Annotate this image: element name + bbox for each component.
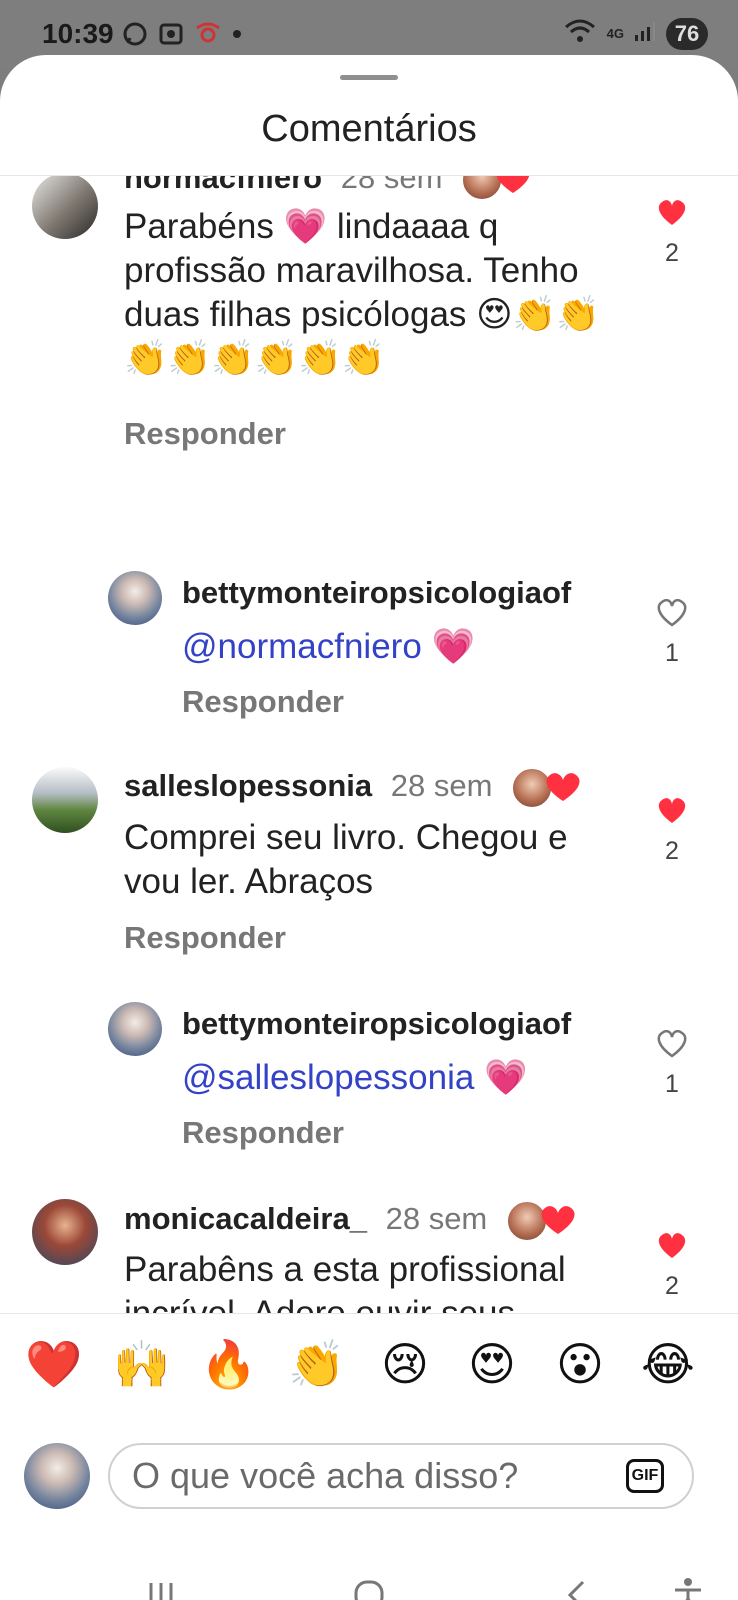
network-type: 4G xyxy=(606,26,624,41)
comment-text: @salleslopessonia 💗 xyxy=(182,1056,642,1100)
comment-text-tail: 💗 xyxy=(474,1058,528,1097)
screenshot-icon xyxy=(157,20,185,53)
heart-filled-icon[interactable] xyxy=(656,797,688,830)
mention-link[interactable]: @salleslopessonia xyxy=(182,1058,474,1097)
status-time: 10:39 xyxy=(42,18,114,49)
creator-like-badge xyxy=(511,767,591,809)
creator-heart-icon xyxy=(538,1205,578,1245)
reaction-heart[interactable]: ❤️ xyxy=(22,1332,86,1396)
accessibility-button[interactable] xyxy=(668,1575,708,1600)
status-dot-icon xyxy=(231,20,243,53)
sheet-title: Comentários xyxy=(261,108,477,150)
reply-item: bettymonteiropsicologiaof @normacfniero … xyxy=(0,553,738,719)
heart-outline-icon[interactable] xyxy=(656,1029,688,1063)
comment-text: Parabéns 💗 lindaaaa q profissão maravilh… xyxy=(124,207,600,378)
home-button[interactable] xyxy=(349,1575,389,1600)
reply-button[interactable]: Responder xyxy=(124,920,286,956)
reaction-heart-eyes[interactable]: 😍 xyxy=(460,1332,524,1396)
comment-header: salleslopessonia 28 sem xyxy=(124,767,591,809)
avatar[interactable] xyxy=(108,1002,162,1056)
comment-like[interactable]: 1 xyxy=(654,1029,690,1099)
whatsapp-icon xyxy=(121,20,149,53)
comment-username[interactable]: bettymonteiropsicologiaof xyxy=(182,1006,571,1041)
reaction-surprised[interactable]: 😮 xyxy=(548,1332,612,1396)
reaction-clap[interactable]: 👏 xyxy=(285,1332,349,1396)
recent-apps-button[interactable] xyxy=(141,1575,181,1600)
current-user-avatar xyxy=(24,1443,90,1509)
comment-like[interactable]: 2 xyxy=(654,1232,690,1301)
battery-indicator: 76 xyxy=(666,17,708,50)
like-count: 1 xyxy=(665,639,679,667)
reaction-laughing[interactable]: 😂 xyxy=(636,1332,700,1396)
comment-header: bettymonteiropsicologiaof xyxy=(182,1006,571,1042)
reply-button[interactable]: Responder xyxy=(182,684,344,720)
comment-like[interactable]: 1 xyxy=(654,598,690,668)
like-count: 2 xyxy=(665,1272,679,1300)
mention-link[interactable]: @normacfniero xyxy=(182,627,422,666)
like-count: 2 xyxy=(665,239,679,267)
heart-filled-icon[interactable] xyxy=(656,1232,688,1265)
comment-time: 28 sem xyxy=(340,176,443,196)
creator-heart-icon xyxy=(543,772,583,812)
comment-header: normacfniero 28 sem xyxy=(124,176,541,201)
comment-item: normacfniero 28 sem Parabéns 💗 lindaaaa … xyxy=(0,176,738,476)
comments-sheet: Comentários normacfniero 28 sem Parabéns… xyxy=(0,55,738,1600)
comment-input[interactable]: O que você acha disso? GIF xyxy=(108,1443,694,1509)
comment-like[interactable]: 2 xyxy=(654,199,690,268)
comments-list[interactable]: normacfniero 28 sem Parabéns 💗 lindaaaa … xyxy=(0,176,738,1328)
drag-handle[interactable] xyxy=(340,75,398,80)
creator-heart-icon xyxy=(493,176,533,204)
signal-icon xyxy=(634,17,656,50)
like-count: 1 xyxy=(665,1070,679,1098)
comment-text-tail: 💗 xyxy=(421,627,476,666)
wifi-icon xyxy=(563,17,597,50)
avatar[interactable] xyxy=(108,571,162,625)
back-button[interactable] xyxy=(558,1575,598,1600)
reply-button[interactable]: Responder xyxy=(182,1115,344,1151)
reaction-crying[interactable]: 😢 xyxy=(373,1332,437,1396)
comment-header: bettymonteiropsicologiaof xyxy=(182,575,571,611)
avatar[interactable] xyxy=(32,767,98,833)
comment-time: 28 sem xyxy=(385,1201,488,1237)
comment-username[interactable]: salleslopessonia xyxy=(124,768,372,803)
comment-header: monicacaldeira_ 28 sem xyxy=(124,1200,586,1242)
creator-like-badge xyxy=(505,1200,586,1245)
quick-reactions-bar: ❤️ 🙌 🔥 👏 😢 😍 😮 😂 xyxy=(0,1313,738,1433)
system-status-icons: 4G 76 xyxy=(563,17,708,50)
notification-icon xyxy=(193,20,223,53)
comment-username[interactable]: monicacaldeira_ xyxy=(124,1201,367,1236)
heart-filled-icon[interactable] xyxy=(656,199,688,232)
comment-text: Comprei seu livro. Chegou e vou ler. Abr… xyxy=(124,818,568,901)
reply-item: bettymonteiropsicologiaof @salleslopesso… xyxy=(0,984,738,1150)
reaction-fire[interactable]: 🔥 xyxy=(197,1332,261,1396)
reaction-raising-hands[interactable]: 🙌 xyxy=(110,1332,174,1396)
comment-composer: O que você acha disso? GIF xyxy=(0,1443,738,1523)
comment-like[interactable]: 2 xyxy=(654,797,690,866)
creator-like-badge xyxy=(461,176,541,201)
like-count: 2 xyxy=(665,837,679,865)
comment-item: salleslopessonia 28 sem Comprei seu livr… xyxy=(0,751,738,971)
status-notification-icons xyxy=(121,20,243,53)
reply-button[interactable]: Responder xyxy=(124,416,286,452)
comment-item: monicacaldeira_ 28 sem Parabêns a esta p… xyxy=(0,1186,738,1328)
avatar[interactable] xyxy=(32,176,98,239)
android-navigation-bar xyxy=(0,1545,738,1600)
comment-username[interactable]: bettymonteiropsicologiaof xyxy=(182,575,571,610)
heart-outline-icon[interactable] xyxy=(656,598,688,632)
comment-text: @normacfniero 💗 xyxy=(182,625,642,669)
avatar[interactable] xyxy=(32,1199,98,1265)
comment-input-placeholder: O que você acha disso? xyxy=(132,1455,519,1496)
gif-button[interactable]: GIF xyxy=(626,1459,664,1493)
comment-username[interactable]: normacfniero xyxy=(124,176,322,195)
comment-time: 28 sem xyxy=(390,768,493,804)
